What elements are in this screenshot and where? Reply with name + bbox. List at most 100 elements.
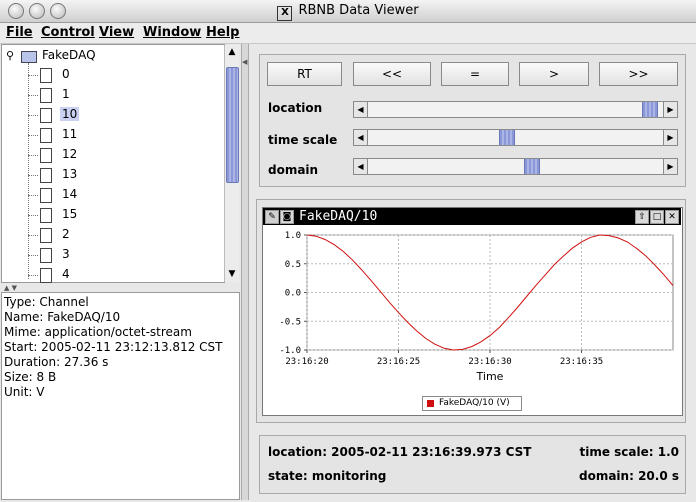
- tree-item-label: 13: [62, 167, 78, 181]
- tree-guide-line: [28, 155, 38, 156]
- close-chart-icon[interactable]: ✕: [665, 210, 679, 224]
- menu-window[interactable]: Window: [143, 25, 201, 40]
- tree-root-label[interactable]: FakeDAQ: [42, 48, 96, 62]
- info-mime: Mime: application/octet-stream: [4, 325, 192, 339]
- channel-tree[interactable]: ⚲ FakeDAQ 0 1 10 11 12 13 14 15 2 3 4 ▲ ▼: [1, 44, 239, 283]
- domain-slider[interactable]: ◀ ▶: [353, 158, 678, 175]
- chart-panel: 1.0 0.5 0.0 -0.5 -1.0 23:16:20 23:16:25 23:16:3…: [262, 207, 683, 416]
- tree-item-label: 0: [62, 67, 70, 81]
- slider-right-arrow-icon[interactable]: ▶: [663, 159, 677, 174]
- chart-legend: FakeDAQ/10 (V): [422, 396, 522, 411]
- tree-guide-line: [28, 75, 38, 76]
- rewind-button[interactable]: <<: [353, 62, 431, 86]
- document-icon: [40, 68, 52, 83]
- legend-swatch: [427, 400, 434, 407]
- status-time-scale: time scale: 1.0: [579, 445, 679, 459]
- document-icon: [40, 188, 52, 203]
- slider-right-arrow-icon[interactable]: ▶: [663, 130, 677, 145]
- document-icon: [40, 208, 52, 223]
- window-title: X RBNB Data Viewer: [0, 3, 696, 21]
- tree-guide-line: [28, 275, 38, 276]
- vertical-split-divider[interactable]: ◀: [241, 44, 249, 500]
- time-scale-label: time scale: [268, 133, 338, 147]
- scroll-up-arrow-icon[interactable]: ▲: [225, 46, 239, 58]
- tree-item-label: 4: [62, 267, 70, 281]
- y-tick-label: 0.0: [285, 289, 301, 299]
- info-name: Name: FakeDAQ/10: [4, 310, 121, 324]
- x-tick-label: 23:16:25: [377, 357, 420, 367]
- tree-item-label: 12: [62, 147, 78, 161]
- info-type: Type: Channel: [4, 295, 89, 309]
- tree-item-label: 1: [62, 87, 70, 101]
- info-start: Start: 2005-02-11 23:12:13.812 CST: [4, 340, 223, 354]
- y-tick-label: -1.0: [279, 346, 301, 356]
- document-icon: [40, 88, 52, 103]
- channel-info-pane: Type: Channel Name: FakeDAQ/10 Mime: app…: [1, 292, 240, 500]
- tree-guide-line: [28, 135, 38, 136]
- play-button[interactable]: >: [519, 62, 589, 86]
- folder-icon: [21, 51, 37, 63]
- x-tick-label: 23:16:35: [560, 357, 603, 367]
- pause-button[interactable]: =: [441, 62, 509, 86]
- realtime-button[interactable]: RT: [267, 62, 342, 86]
- document-icon: [40, 168, 52, 183]
- document-icon: [40, 148, 52, 163]
- domain-slider-thumb[interactable]: [524, 159, 540, 174]
- chart-title: FakeDAQ/10: [299, 209, 378, 224]
- slider-left-arrow-icon[interactable]: ◀: [354, 130, 368, 145]
- location-label: location: [268, 101, 323, 115]
- document-icon: [40, 108, 52, 123]
- tree-guide-line: [28, 235, 38, 236]
- slider-left-arrow-icon[interactable]: ◀: [354, 102, 368, 117]
- menu-view[interactable]: View: [99, 25, 134, 40]
- location-slider[interactable]: ◀ ▶: [353, 101, 678, 118]
- maximize-icon[interactable]: □: [650, 210, 664, 224]
- tree-guide-line: [28, 115, 38, 116]
- legend-label: FakeDAQ/10 (V): [439, 398, 510, 408]
- slider-left-arrow-icon[interactable]: ◀: [354, 159, 368, 174]
- split-arrows-icon[interactable]: ▲ ▼: [4, 284, 17, 292]
- info-duration: Duration: 27.36 s: [4, 355, 109, 369]
- tree-item-label: 14: [62, 187, 78, 201]
- pin-icon[interactable]: ✎: [265, 210, 279, 224]
- fast-forward-button[interactable]: >>: [599, 62, 678, 86]
- info-unit: Unit: V: [4, 385, 45, 399]
- tree-scroll-thumb[interactable]: [226, 67, 239, 183]
- menu-file[interactable]: File: [6, 25, 33, 40]
- x11-icon: X: [277, 6, 293, 21]
- chart-header: ✎ ◙ FakeDAQ/10 ⇧ □ ✕: [263, 208, 681, 225]
- status-domain: domain: 20.0 s: [579, 469, 679, 483]
- y-tick-label: 1.0: [285, 231, 301, 241]
- tree-item-label: 2: [62, 227, 70, 241]
- scroll-down-arrow-icon[interactable]: ▼: [225, 268, 239, 280]
- snapshot-camera-icon[interactable]: ◙: [280, 210, 294, 224]
- window-title-text: RBNB Data Viewer: [298, 3, 419, 18]
- detach-icon[interactable]: ⇧: [635, 210, 649, 224]
- menu-help[interactable]: Help: [206, 25, 239, 40]
- y-tick-label: 0.5: [285, 260, 301, 270]
- document-icon: [40, 248, 52, 263]
- document-icon: [40, 128, 52, 143]
- slider-right-arrow-icon[interactable]: ▶: [663, 102, 677, 117]
- location-slider-thumb[interactable]: [642, 102, 658, 117]
- x-tick-label: 23:16:20: [285, 357, 328, 367]
- tree-guide-line: [28, 175, 38, 176]
- tree-item-label: 15: [62, 207, 78, 221]
- tree-item-label: 11: [62, 127, 78, 141]
- time-scale-slider-thumb[interactable]: [499, 130, 515, 145]
- tree-item-label: 3: [62, 247, 70, 261]
- status-state: state: monitoring: [268, 469, 387, 483]
- menu-control[interactable]: Control: [41, 25, 95, 40]
- info-size: Size: 8 B: [4, 370, 57, 384]
- x-tick-label: 23:16:30: [468, 357, 511, 367]
- split-left-arrow-icon[interactable]: ◀: [242, 58, 247, 66]
- tree-scrollbar[interactable]: ▲ ▼: [224, 45, 239, 282]
- tree-item-label: 10: [60, 107, 80, 121]
- tree-expand-icon[interactable]: ⚲: [6, 49, 14, 62]
- domain-label: domain: [268, 163, 319, 177]
- status-panel: location: 2005-02-11 23:16:39.973 CST ti…: [259, 435, 686, 494]
- time-scale-slider[interactable]: ◀ ▶: [353, 129, 678, 146]
- menu-bar: File Control View Window Help: [0, 23, 696, 44]
- tree-guide-line: [28, 95, 38, 96]
- status-location: location: 2005-02-11 23:16:39.973 CST: [268, 445, 532, 459]
